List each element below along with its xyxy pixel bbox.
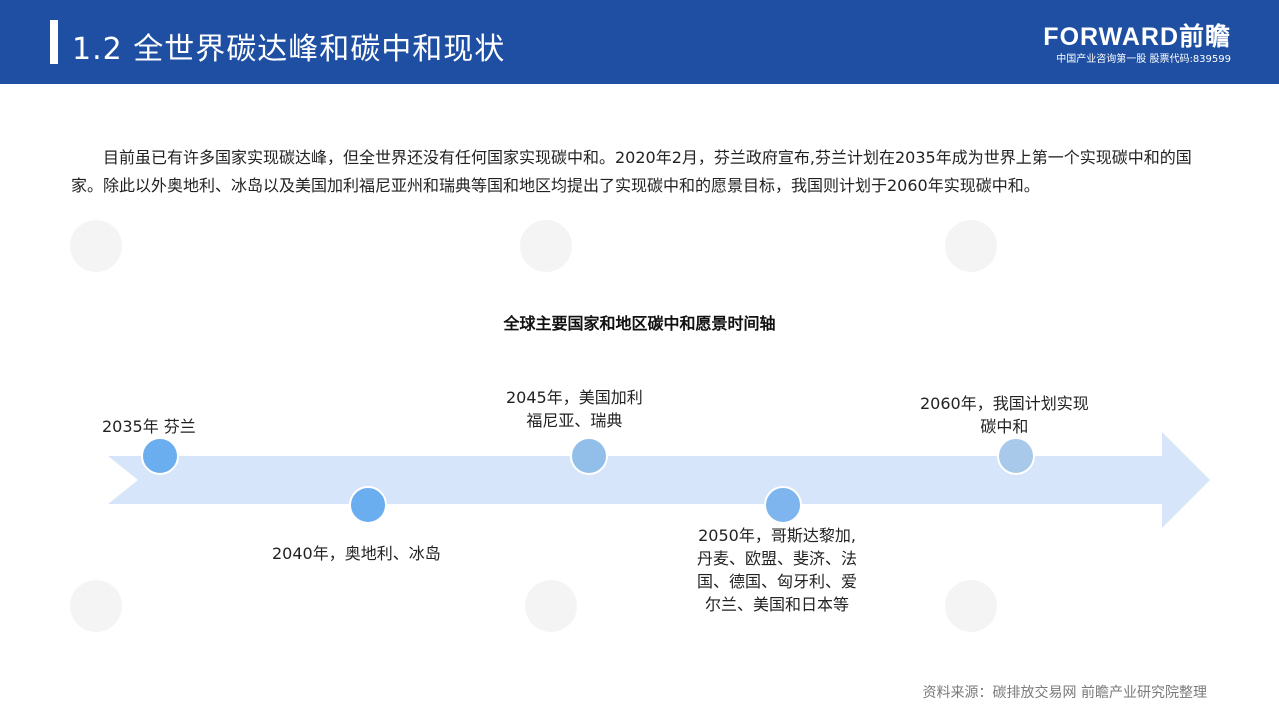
label-line: 国、德国、匈牙利、爱 [697,572,858,591]
source-note: 资料来源：碳排放交易网 前瞻产业研究院整理 [922,685,1207,701]
label-line: 2050年，哥斯达黎加, [698,526,856,545]
label-line: 丹麦、欧盟、斐济、法 [697,549,858,568]
label-line: 2035年 芬兰 [102,417,196,436]
label-line: 尔兰、美国和日本等 [705,595,850,614]
label-line: 福尼亚、瑞典 [526,411,623,430]
timeline-dot-2050 [764,486,802,524]
timeline-dot-2035 [141,437,179,475]
timeline-label-2035: 2035年 芬兰 [102,415,196,438]
timeline-dot-2045 [570,437,608,475]
timeline-dot-2040 [349,486,387,524]
timeline-label-2060: 2060年，我国计划实现 碳中和 [920,392,1089,438]
timeline-label-2050: 2050年，哥斯达黎加, 丹麦、欧盟、斐济、法 国、德国、匈牙利、爱 尔兰、美国… [697,524,857,616]
timeline-dot-2060 [997,437,1035,475]
timeline-arrow [108,432,1210,528]
label-line: 2060年，我国计划实现 [920,394,1089,413]
label-line: 2040年，奥地利、冰岛 [272,544,441,563]
timeline-label-2040: 2040年，奥地利、冰岛 [272,542,441,565]
label-line: 2045年，美国加利 [506,388,643,407]
timeline-label-2045: 2045年，美国加利 福尼亚、瑞典 [506,386,643,432]
timeline-graphic [108,432,1210,528]
label-line: 碳中和 [980,417,1029,436]
